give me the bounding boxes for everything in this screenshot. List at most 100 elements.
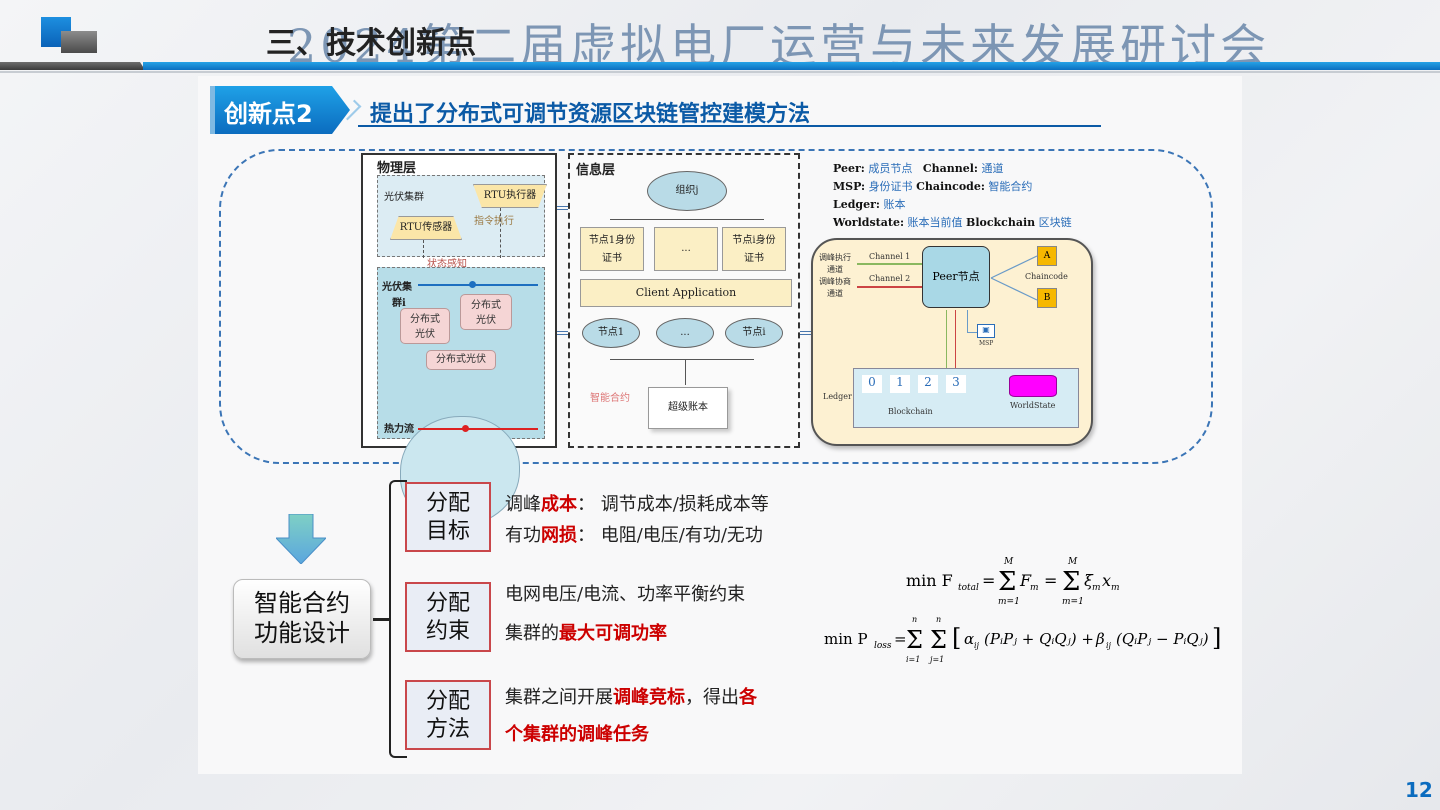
nodei-cert-line1: 节点i身份 — [732, 235, 776, 246]
eq2-alpha-sub: ij — [974, 641, 980, 650]
legend-cn: 账本 — [883, 198, 906, 211]
eq2-sum-i-bottom: i=1 — [906, 655, 920, 664]
ledger-arrow — [685, 359, 686, 385]
legend-cn: 通道 — [981, 162, 1004, 175]
legend-cn: 身份证书 — [868, 180, 913, 193]
ch1-desc-1: 调峰执行 — [819, 253, 851, 262]
subtitle-underline — [358, 125, 1101, 127]
target-desc-line1: 调峰成本： 调节成本/损耗成本等 — [505, 490, 769, 516]
eq1-sub-m: m — [1030, 583, 1039, 593]
heat-flow-node — [462, 425, 469, 432]
desc-text: 集群之间开展 — [505, 687, 613, 708]
dist-pv-1-line2: 光伏 — [415, 329, 435, 340]
legend-term: Ledger: — [833, 198, 880, 211]
innovation-badge: 创新点2 — [210, 86, 350, 134]
badge-edge — [210, 86, 215, 134]
ledger-card: 0 1 2 3 Blockchain WorldState — [853, 368, 1079, 428]
client-application: Client Application — [580, 279, 792, 307]
org-branch-line — [610, 219, 764, 220]
nodei-cert: 节点i身份 证书 — [722, 227, 786, 271]
pv-bus-node — [469, 281, 476, 288]
block-2: 2 — [918, 375, 938, 393]
ch2-desc-2: 通道 — [827, 289, 843, 298]
slide-subtitle: 提出了分布式可调节资源区块链管控建模方法 — [370, 102, 811, 127]
ledger-label: Ledger — [823, 392, 852, 401]
eq1-sub-total: total — [958, 583, 979, 593]
eq1-x: x — [1102, 571, 1111, 590]
node1-cert-line2: 证书 — [602, 253, 622, 264]
legend-cn: 账本当前值 — [907, 216, 963, 229]
channel-2-line — [857, 286, 922, 288]
constraint-desc-line1: 电网电压/电流、功率平衡约束 — [505, 580, 745, 606]
eq2-beta-sub: ij — [1106, 641, 1112, 650]
desc-highlight: 各 — [739, 687, 757, 708]
eq2-bracket-close: ] — [1212, 624, 1221, 652]
eq1-x-sub: m — [1111, 583, 1120, 593]
eq1-sum2-bottom: m=1 — [1062, 597, 1084, 607]
desc-text: 有功 — [505, 525, 541, 546]
heat-flow-label: 热力流 — [384, 424, 414, 435]
dist-pv-box-3: 分布式光伏 — [426, 350, 496, 370]
pv-cluster-top: 光伏集群 RTU执行器 RTU传感器 指令执行 — [377, 175, 547, 258]
msp-link-v — [967, 310, 968, 332]
information-layer: 信息层 组织j 节点1身份 证书 ... 节点i身份 证书 Client App… — [568, 153, 800, 448]
peer-node: Peer节点 — [922, 246, 990, 308]
physical-layer-title: 物理层 — [377, 161, 417, 176]
pv-cluster-i-label-2: 群i — [392, 298, 406, 309]
desc-text: ： 调节成本/损耗成本等 — [577, 494, 769, 515]
block-3: 3 — [946, 375, 966, 393]
channel-1-line — [857, 263, 922, 265]
cert-ellipsis: ... — [654, 227, 718, 271]
badge-label: 创新点2 — [224, 100, 313, 128]
legend-term: MSP: — [833, 180, 866, 193]
rtu-executor: RTU执行器 — [473, 184, 547, 208]
desc-highlight: 调峰竞标 — [613, 687, 685, 708]
eq2-term2: (QᵢPⱼ − PᵢQⱼ) — [1116, 630, 1209, 648]
super-ledger: 超级账本 — [648, 387, 728, 429]
legend-row: MSP: 身份证书 Chaincode: 智能合约 — [833, 178, 1072, 196]
pv-cluster-i-label-1: 光伏集 — [382, 282, 412, 293]
category-constraint-line1: 分配 — [425, 591, 470, 616]
legend-term: Blockchain — [966, 216, 1036, 229]
eq2-sub-loss: loss — [874, 641, 892, 651]
sense-arrow — [423, 240, 424, 258]
brace-connector — [373, 618, 389, 621]
desc-highlight: 个集群的调峰任务 — [505, 724, 649, 745]
eq2-sum-j-bottom: j=1 — [928, 655, 944, 664]
ch2-desc-1: 调峰协商 — [819, 277, 851, 286]
nodes-merge-line — [610, 359, 754, 360]
category-method-line1: 分配 — [425, 689, 470, 714]
dist-pv-box-1: 分布式 光伏 — [400, 308, 450, 344]
command-exec-label: 指令执行 — [474, 216, 514, 227]
legend-term: Peer: — [833, 162, 865, 175]
term-legend: Peer: 成员节点 Channel: 通道 MSP: 身份证书 Chainco… — [833, 160, 1072, 232]
chaincode-b: B — [1037, 288, 1057, 308]
eq2-sum-j: Σ — [930, 626, 947, 654]
equation-power-loss: min P loss = Σ n i=1 Σ n j=1 [ α ij (PᵢP… — [824, 614, 1224, 670]
chaincode-a: A — [1037, 246, 1057, 266]
legend-cn: 成员节点 — [868, 162, 913, 175]
section-title: 三、技术创新点 — [266, 26, 476, 61]
dist-pv-box-2: 分布式 光伏 — [460, 294, 512, 330]
pv-cluster-label: 光伏集群 — [384, 192, 424, 203]
eq2-term1: (PᵢPⱼ + QᵢQⱼ) + — [984, 630, 1094, 648]
target-desc-line2: 有功网损： 电阻/电压/有功/无功 — [505, 521, 763, 547]
msp-id-card-icon: ▣ — [977, 324, 995, 338]
legend-row: Worldstate: 账本当前值 Blockchain 区块链 — [833, 214, 1072, 232]
nodei-cert-line2: 证书 — [744, 253, 764, 264]
category-target-line1: 分配 — [425, 491, 470, 516]
info-layer-title: 信息层 — [576, 163, 616, 178]
logo-icon-gray — [61, 31, 97, 53]
pv-bus-line — [418, 284, 538, 286]
legend-term: Worldstate: — [833, 216, 905, 229]
physical-layer: 物理层 光伏集群 RTU执行器 RTU传感器 指令执行 状态感知 光伏集 群i … — [361, 153, 557, 526]
desc-highlight: 网损 — [541, 525, 577, 546]
eq1-sum2-top: M — [1067, 557, 1078, 567]
desc-text: 调峰 — [505, 494, 541, 515]
eq1-sum2: Σ — [1062, 567, 1080, 597]
legend-cn: 区块链 — [1038, 216, 1072, 229]
eq1-eq2: = — [1044, 571, 1057, 590]
worldstate-label: WorldState — [1010, 401, 1056, 410]
equation-total-cost: min F total = Σ M m=1 F m = Σ M m=1 ξ m … — [906, 556, 1146, 607]
page-number: 12 — [1405, 778, 1433, 802]
